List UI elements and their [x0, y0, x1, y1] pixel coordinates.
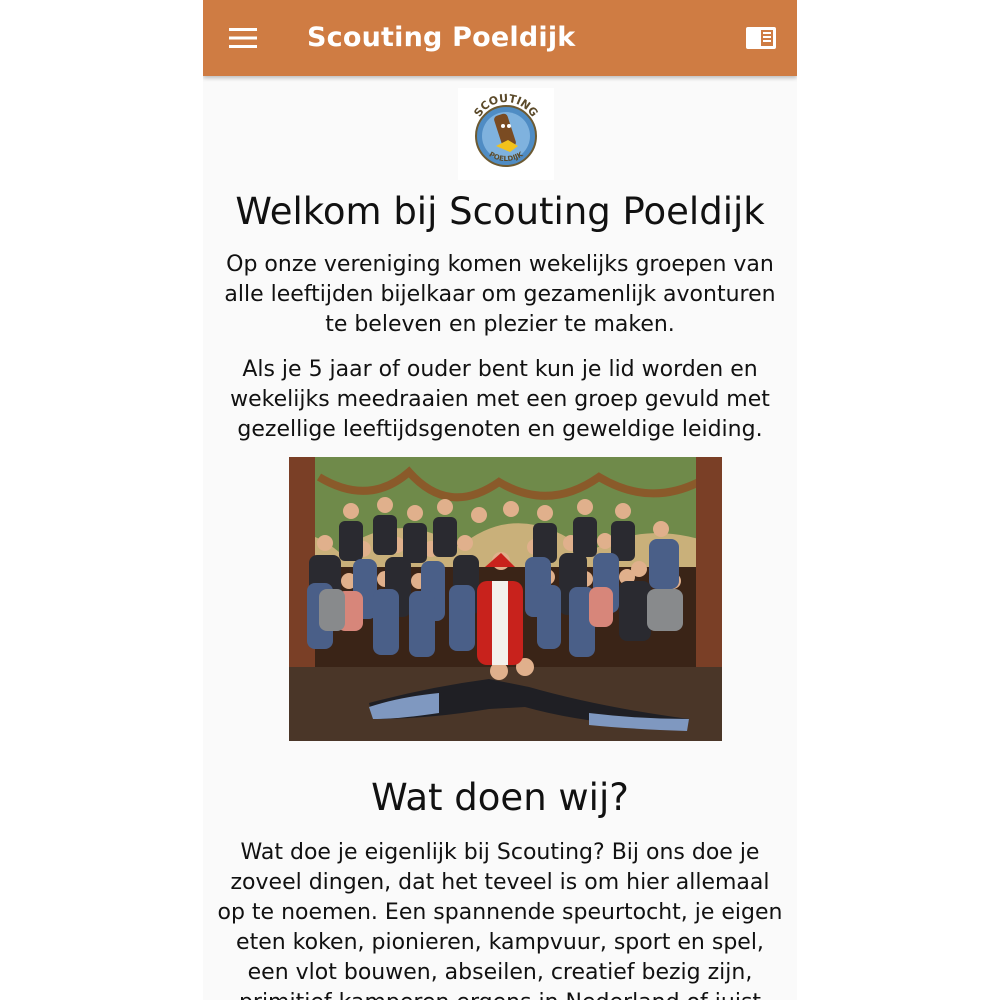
scouting-logo: SCOUTING POELDIJK — [458, 88, 554, 180]
app-title: Scouting Poeldijk — [307, 22, 576, 53]
app-screen: Scouting Poeldijk SCOUTING POELDIJK Welk… — [203, 0, 797, 1000]
book-button[interactable] — [741, 18, 781, 58]
what-we-do-paragraph: Wat doe je eigenlijk bij Scouting? Bij o… — [217, 840, 783, 1000]
group-photo — [289, 457, 722, 741]
welcome-paragraph-2: Als je 5 jaar of ouder bent kun je lid w… — [230, 357, 770, 442]
hamburger-menu-icon — [229, 28, 257, 48]
book-icon — [746, 27, 776, 49]
welcome-paragraph-1: Op onze vereniging komen wekelijks groep… — [224, 252, 776, 337]
app-bar: Scouting Poeldijk — [203, 0, 797, 76]
welcome-heading: Welkom bij Scouting Poeldijk — [235, 190, 765, 233]
menu-button[interactable] — [223, 18, 263, 58]
what-we-do-heading: Wat doen wij? — [371, 776, 629, 819]
